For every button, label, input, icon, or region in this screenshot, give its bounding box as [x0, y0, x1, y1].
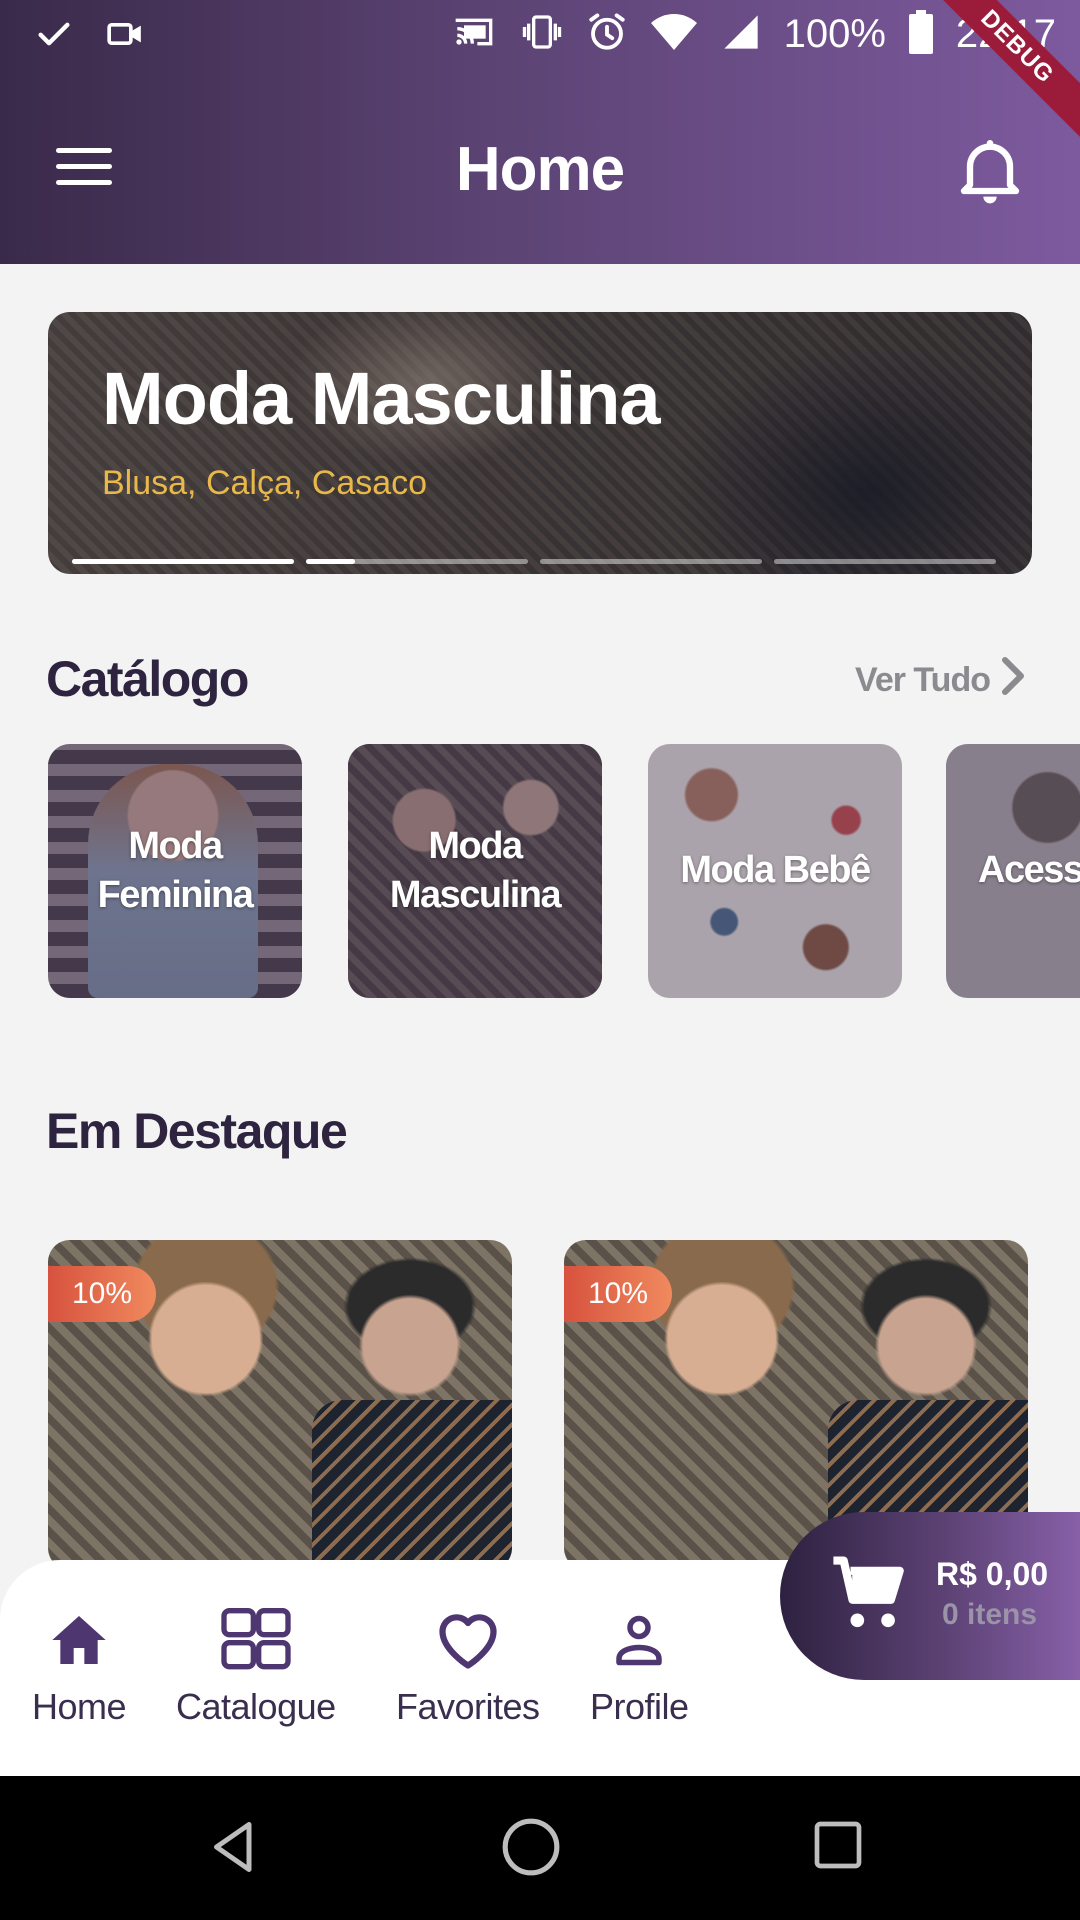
see-all-label: Ver Tudo [855, 661, 991, 699]
system-navigation-bar [0, 1776, 1080, 1920]
banner-progress-segment-3 [540, 559, 762, 564]
check-icon [34, 14, 74, 58]
catalog-item-label: Acess [978, 849, 1080, 892]
home-icon [47, 1608, 111, 1676]
catalog-section-title: Catálogo [46, 651, 249, 707]
nav-item-label: Catalogue [176, 1686, 336, 1727]
alarm-icon [586, 11, 628, 57]
banner-progress-segment-2 [306, 559, 528, 564]
nav-item-catalogue[interactable]: Catalogue [176, 1608, 336, 1728]
back-triangle-icon[interactable] [204, 1816, 264, 1882]
video-camera-icon [104, 14, 146, 58]
cast-icon [450, 12, 498, 56]
banner-progress-segment-4 [774, 559, 996, 564]
see-all-link[interactable]: Ver Tudo [855, 656, 1026, 705]
nav-item-profile[interactable]: Profile [590, 1608, 689, 1728]
banner-progress-indicator [72, 559, 996, 564]
chevron-right-icon [1000, 656, 1026, 705]
grid-icon [218, 1608, 294, 1676]
status-bar: 100% 22:17 DEBUG [0, 0, 1080, 149]
recents-square-icon[interactable] [810, 1816, 866, 1878]
top-gradient-header: 100% 22:17 DEBUG Home [0, 0, 1080, 264]
page-title: Home [455, 135, 625, 204]
catalog-item-moda-bebe[interactable]: Moda Bebê [648, 744, 902, 998]
banner-title: Moda Masculina [102, 357, 661, 440]
promo-banner[interactable]: Moda Masculina Blusa, Calça, Casaco [48, 312, 1032, 574]
nav-item-label: Profile [590, 1686, 689, 1727]
catalog-item-label: Moda Feminina [97, 824, 254, 916]
cellular-signal-icon [720, 12, 762, 56]
bell-icon [950, 140, 1030, 214]
notifications-button[interactable] [950, 130, 1030, 210]
nav-item-favorites[interactable]: Favorites [396, 1608, 540, 1728]
nav-item-home[interactable]: Home [32, 1608, 127, 1728]
cart-item-count: 0 itens [942, 1598, 1038, 1631]
home-circle-icon[interactable] [500, 1816, 562, 1882]
cart-button[interactable]: R$ 0,00 0 itens [780, 1512, 1080, 1680]
featured-product-card[interactable]: 10% [48, 1240, 512, 1570]
catalog-item-moda-masculina[interactable]: Moda Masculina [348, 744, 602, 998]
vibrate-icon [520, 12, 564, 56]
shopping-cart-icon [830, 1552, 912, 1638]
discount-badge: 10% [48, 1266, 156, 1322]
catalog-item-label: Moda Masculina [389, 824, 562, 916]
catalog-item-acessorios[interactable]: Acess [946, 744, 1080, 998]
heart-icon [434, 1608, 502, 1676]
catalog-item-label: Moda Bebê [680, 849, 871, 892]
catalog-item-moda-feminina[interactable]: Moda Feminina [48, 744, 302, 998]
nav-item-label: Home [32, 1686, 127, 1727]
nav-item-label: Favorites [396, 1686, 540, 1727]
featured-section-title: Em Destaque [46, 1103, 348, 1159]
cart-total: R$ 0,00 [936, 1556, 1049, 1592]
banner-progress-segment-1 [72, 559, 294, 564]
wifi-icon [650, 12, 698, 56]
battery-icon [908, 10, 934, 58]
battery-percent: 100% [783, 11, 886, 56]
person-icon [609, 1608, 669, 1676]
app-bar: Home [0, 78, 1080, 264]
catalog-carousel[interactable]: Moda Feminina Moda Masculina Moda Bebê A… [48, 744, 1080, 1000]
discount-badge: 10% [564, 1266, 672, 1322]
banner-subtitle: Blusa, Calça, Casaco [102, 464, 428, 502]
